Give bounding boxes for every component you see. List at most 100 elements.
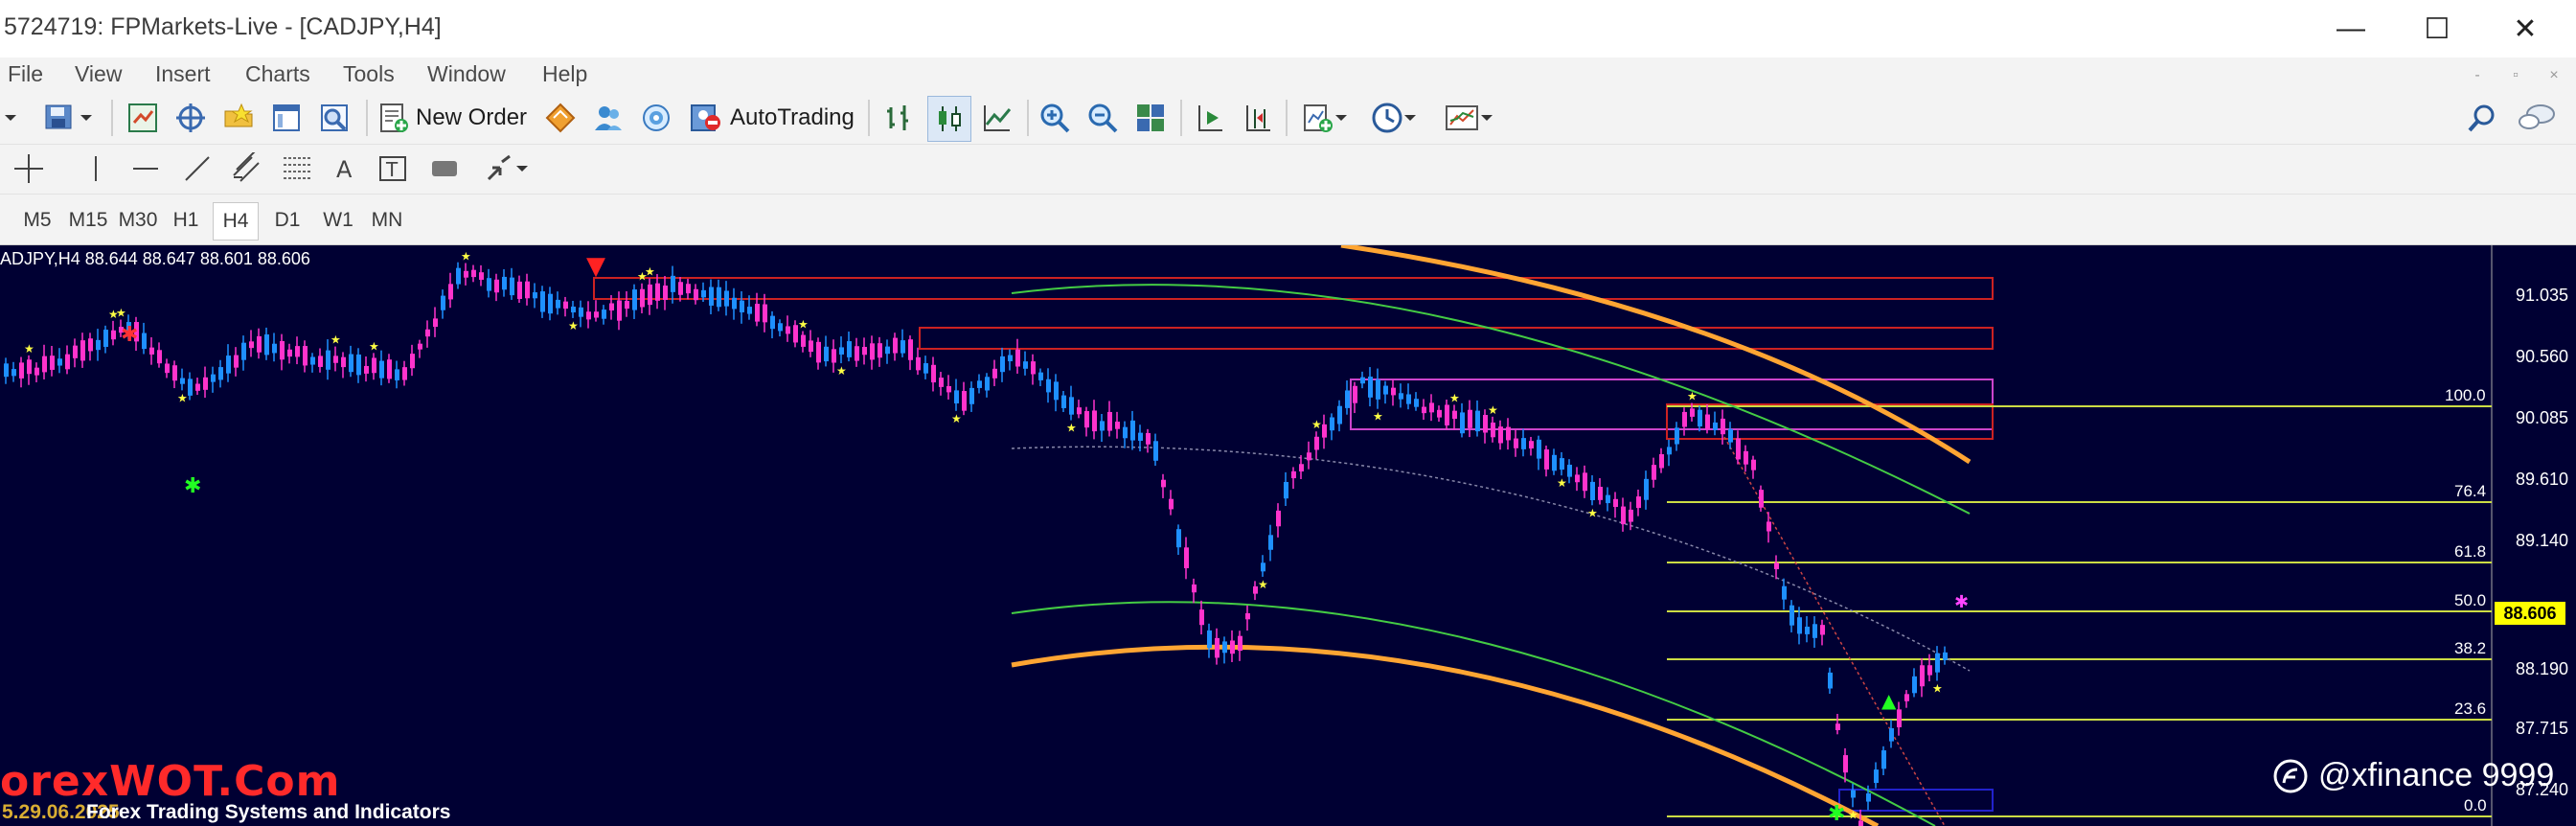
minimize-button[interactable]: —: [2313, 0, 2389, 57]
timeframe-h1[interactable]: H1: [169, 202, 203, 239]
candle-body: [88, 338, 93, 352]
candle-body: [1123, 426, 1128, 439]
candle-body: [992, 368, 997, 379]
price-axis-label: 89.610: [2515, 470, 2568, 489]
price-chart-canvas[interactable]: ★★★★★ ★★★★★★★★★★★★★★★★★★★✱✱▼✱▲✱: [0, 245, 2576, 826]
menu-view[interactable]: View: [75, 61, 122, 87]
candle-body: [1675, 427, 1679, 445]
tile-windows-button[interactable]: [1130, 98, 1171, 138]
candle-body: [885, 346, 890, 355]
candle-body: [448, 284, 453, 300]
signal-star-marker: ★: [461, 250, 471, 264]
navigator-button[interactable]: [218, 98, 259, 138]
text-label-button[interactable]: T: [374, 149, 412, 189]
candle-body: [218, 367, 223, 380]
upper-green-arc: [1011, 284, 1971, 515]
candle-body: [456, 267, 461, 285]
timeframe-h4[interactable]: H4: [213, 202, 259, 241]
zoom-out-button[interactable]: [1083, 98, 1123, 138]
candle-body: [586, 311, 591, 320]
search-button[interactable]: [2462, 98, 2502, 138]
timeframe-w1[interactable]: W1: [320, 202, 356, 239]
candle-body: [732, 297, 737, 310]
maximize-button[interactable]: ☐: [2399, 0, 2475, 57]
candle-body: [1858, 820, 1863, 826]
timeframe-m30[interactable]: M30: [117, 202, 159, 239]
vertical-line-button[interactable]: [77, 149, 115, 189]
menu-insert[interactable]: Insert: [155, 61, 211, 87]
candlestick-chart-button[interactable]: [927, 96, 971, 142]
chart-window[interactable]: ★ ★ ★ ★ ★ ★ ★ ★ ★ ★ ★ ★ ★ ★ ★ ★ ★ ★ ★ ★ ★ ★ ★ ★ ✱ ✱ ▼ ✱ ▲ ✱ ADJPY,H4 …: [0, 245, 2576, 826]
timeframe-m5[interactable]: M5: [21, 202, 54, 239]
market-watch-button[interactable]: [123, 98, 163, 138]
dotted-mid-arc: [1011, 446, 1971, 672]
signal-star-marker: ★: [568, 319, 579, 333]
signal-arrow-marker: ✱: [1828, 802, 1845, 826]
chat-button[interactable]: [2514, 98, 2560, 138]
candle-body: [709, 287, 714, 306]
bar-chart-button[interactable]: [879, 98, 920, 138]
strategy-tester-button[interactable]: [314, 98, 354, 138]
signals-button[interactable]: [636, 98, 676, 138]
mdi-close-button[interactable]: ×: [2541, 65, 2567, 86]
periods-button[interactable]: [1364, 98, 1424, 138]
templates-button[interactable]: [1437, 98, 1500, 138]
candle-body: [954, 390, 959, 403]
fibonacci-button[interactable]: [276, 149, 318, 189]
market-people-icon: [595, 106, 622, 130]
candle-body: [1391, 387, 1396, 396]
close-button[interactable]: ✕: [2487, 0, 2564, 57]
market-button[interactable]: [588, 98, 628, 138]
candle-body: [678, 282, 683, 295]
line-chart-button[interactable]: [977, 98, 1017, 138]
candle-body: [770, 315, 775, 330]
chart-shift-button[interactable]: [1238, 98, 1278, 138]
new-order-button[interactable]: New Order: [377, 98, 535, 138]
timeframe-m15[interactable]: M15: [67, 202, 109, 239]
candle-body: [908, 339, 913, 360]
metaeditor-button[interactable]: [540, 98, 581, 138]
candle-body: [257, 335, 262, 353]
signal-star-marker: ★: [369, 339, 379, 353]
zoom-in-button[interactable]: [1035, 98, 1075, 138]
timeframe-d1[interactable]: D1: [270, 202, 305, 239]
rectangle-button[interactable]: [423, 149, 466, 189]
support-zone: [1838, 789, 1994, 812]
horizontal-line-button[interactable]: [125, 149, 167, 189]
candle-body: [310, 356, 315, 365]
crosshair-button[interactable]: [8, 149, 50, 189]
candle-body: [1245, 613, 1250, 620]
mdi-minimize-button[interactable]: -: [2464, 65, 2491, 86]
candle-body: [1629, 509, 1633, 522]
menu-tools[interactable]: Tools: [343, 61, 395, 87]
profiles-button[interactable]: [38, 98, 98, 138]
menu-help[interactable]: Help: [542, 61, 587, 87]
text-button[interactable]: A: [326, 149, 364, 189]
timeframe-mn[interactable]: MN: [368, 202, 406, 239]
equidistant-channel-button[interactable]: [226, 149, 268, 189]
indicators-button[interactable]: [1295, 98, 1355, 138]
candle-body: [1054, 381, 1059, 401]
candle-body: [1368, 377, 1373, 398]
candle-body: [1644, 478, 1649, 500]
candle-body: [724, 290, 729, 307]
candle-body: [1782, 585, 1787, 600]
mdi-restore-button[interactable]: ▫: [2502, 65, 2529, 86]
auto-scroll-button[interactable]: [1190, 98, 1230, 138]
autotrading-icon: [691, 104, 720, 131]
dropdown-arrow-icon[interactable]: [0, 98, 21, 138]
menu-file[interactable]: File: [8, 61, 43, 87]
candle-body: [870, 343, 875, 360]
menu-charts[interactable]: Charts: [245, 61, 310, 87]
terminal-button[interactable]: [266, 98, 307, 138]
candle-body: [755, 304, 760, 322]
candle-body: [632, 289, 637, 310]
autotrading-button[interactable]: AutoTrading: [688, 98, 862, 138]
data-window-button[interactable]: [171, 98, 211, 138]
candle-body: [1613, 498, 1618, 508]
candle-body: [694, 288, 698, 301]
trendline-button[interactable]: [176, 149, 218, 189]
arrows-button[interactable]: [475, 149, 536, 189]
candle-body: [1376, 379, 1380, 400]
menu-window[interactable]: Window: [427, 61, 506, 87]
